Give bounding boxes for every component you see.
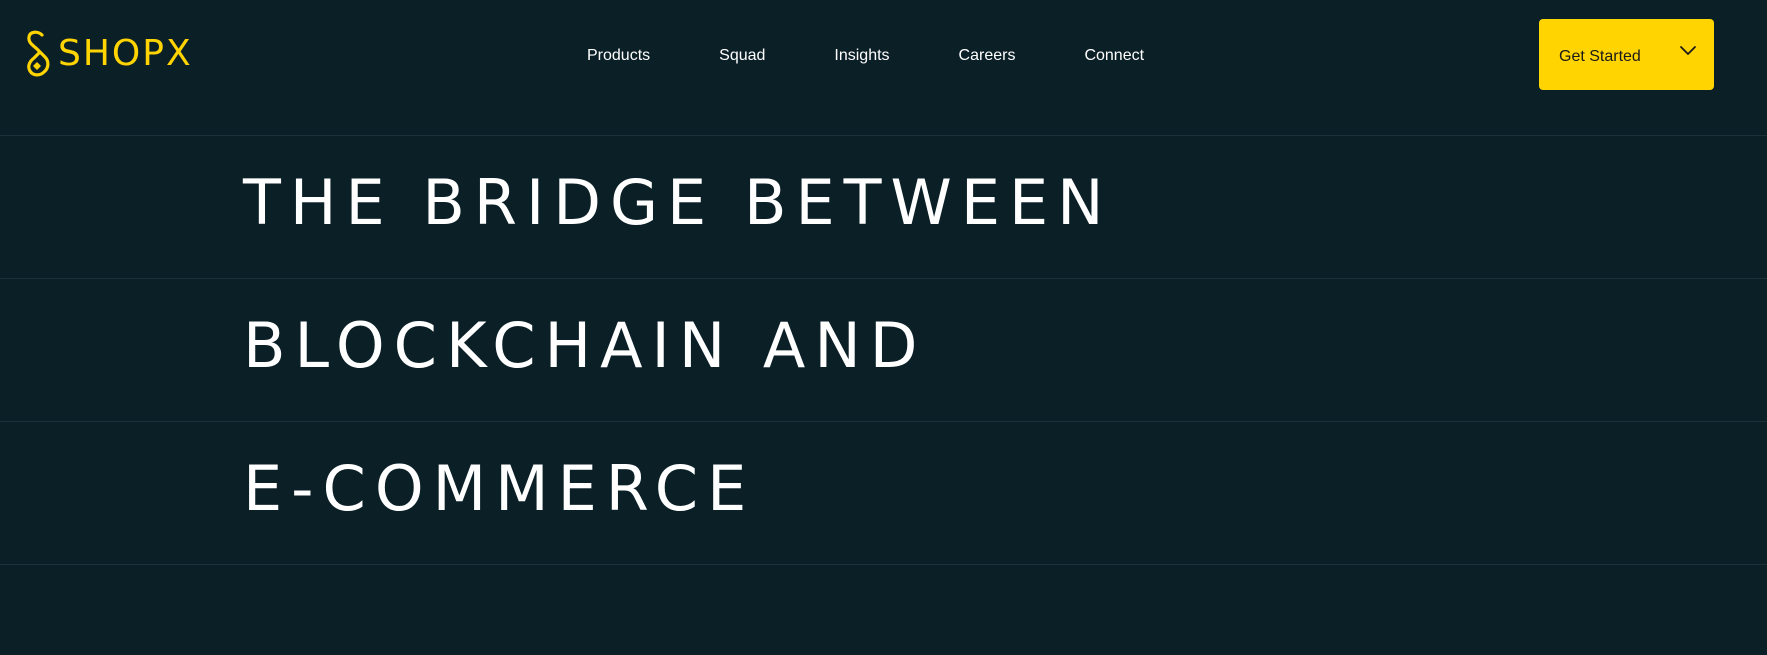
main-nav: Products Squad Insights Careers Connect <box>587 44 1144 68</box>
shopx-logo-icon <box>24 30 50 78</box>
nav-item-products[interactable]: Products <box>587 47 650 65</box>
brand-name: SHOPX <box>58 33 193 74</box>
brand-logo[interactable]: SHOPX <box>24 30 193 78</box>
get-started-label: Get Started <box>1559 48 1641 65</box>
nav-item-squad[interactable]: Squad <box>719 47 765 65</box>
get-started-button[interactable]: Get Started <box>1539 19 1714 90</box>
nav-item-insights[interactable]: Insights <box>834 47 889 65</box>
nav-item-connect[interactable]: Connect <box>1084 47 1144 65</box>
hero-headline-line-2: BLOCKCHAIN AND <box>243 309 927 382</box>
nav-item-careers[interactable]: Careers <box>959 47 1016 65</box>
hero-headline-line-1: THE BRIDGE BETWEEN <box>243 166 1113 239</box>
hero-row: E-COMMERCE <box>0 422 1767 565</box>
hero-row: THE BRIDGE BETWEEN <box>0 136 1767 279</box>
hero-headline-line-3: E-COMMERCE <box>243 452 756 525</box>
site-header: SHOPX Products Squad Insights Careers Co… <box>0 0 1767 136</box>
page: SHOPX Products Squad Insights Careers Co… <box>0 0 1767 655</box>
chevron-down-icon <box>1679 45 1697 57</box>
hero-row: BLOCKCHAIN AND <box>0 279 1767 422</box>
